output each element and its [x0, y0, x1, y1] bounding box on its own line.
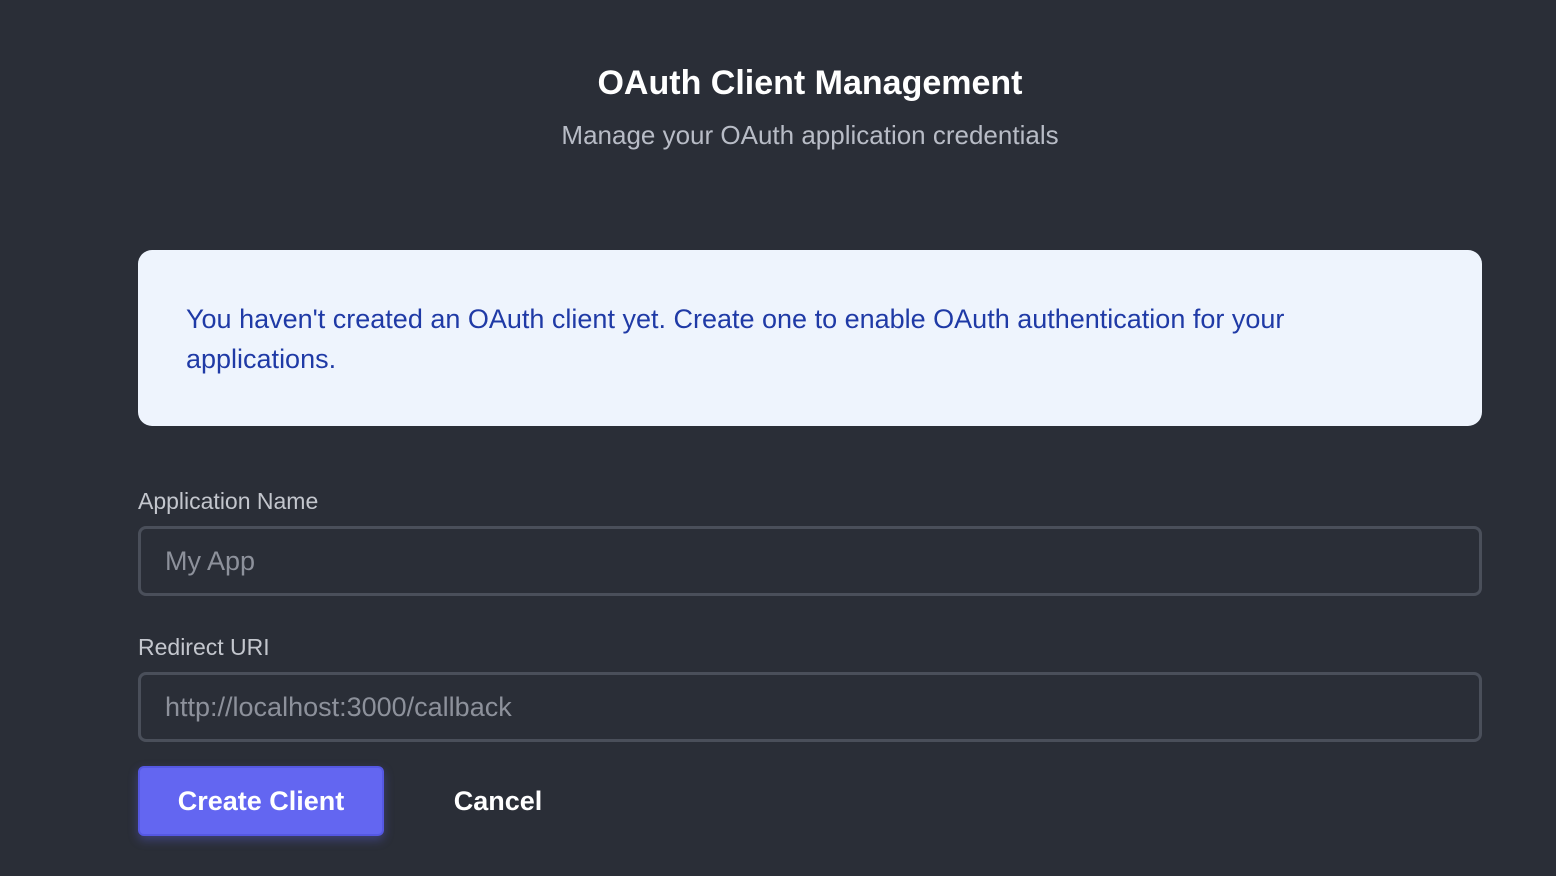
notice-message: You haven't created an OAuth client yet.… [186, 304, 1285, 374]
oauth-client-page: OAuth Client Management Manage your OAut… [0, 0, 1556, 876]
redirect-uri-label: Redirect URI [138, 634, 270, 660]
application-name-input[interactable] [138, 526, 1482, 596]
no-client-notice: You haven't created an OAuth client yet.… [138, 250, 1482, 426]
application-name-label: Application Name [138, 488, 319, 514]
page-title: OAuth Client Management [597, 64, 1023, 102]
redirect-uri-input[interactable] [138, 672, 1482, 742]
cancel-button[interactable]: Cancel [430, 766, 566, 836]
page-subtitle: Manage your OAuth application credential… [561, 120, 1059, 150]
create-client-button[interactable]: Create Client [138, 766, 384, 836]
